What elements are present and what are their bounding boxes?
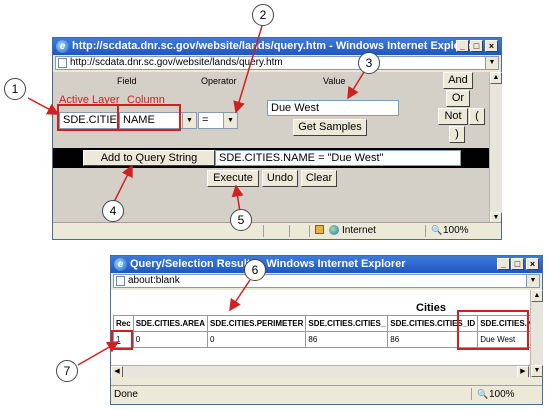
query-string-text: SDE.CITIES.NAME = "Due West"	[219, 152, 384, 164]
column-header: SDE.CITIES.PERIMETER	[207, 315, 307, 332]
clear-button[interactable]: Clear	[301, 170, 337, 187]
scroll-down-icon[interactable]: ▼	[531, 365, 543, 377]
window-title: http://scdata.dnr.sc.gov/website/lands/q…	[72, 40, 476, 52]
table-cell: 0	[207, 331, 307, 348]
callout-2: 2	[252, 4, 274, 26]
address-dropdown-arrow[interactable]: ▼	[526, 275, 539, 287]
add-to-query-button[interactable]: Add to Query String	[83, 150, 215, 166]
callout-4: 4	[102, 200, 124, 222]
open-paren-button[interactable]: (	[469, 108, 485, 125]
column-header: SDE.CITIES.AREA	[132, 315, 209, 332]
table-cell: 86	[305, 331, 389, 348]
zoom-icon[interactable]: 🔍	[477, 387, 488, 402]
results-address-bar: about:blank ▼	[111, 273, 542, 290]
callout-6: 6	[244, 259, 266, 281]
column-header: SDE.CITIES.CITIES_	[305, 315, 389, 332]
callout-5: 5	[230, 209, 252, 231]
name-column-highlight	[457, 310, 529, 350]
horizontal-scrollbar[interactable]: ◀ ▶	[111, 365, 530, 377]
query-window-titlebar[interactable]: e http://scdata.dnr.sc.gov/website/lands…	[53, 38, 501, 55]
column-highlight	[117, 104, 181, 131]
get-samples-button[interactable]: Get Samples	[293, 119, 367, 136]
minimize-button[interactable]: _	[456, 40, 469, 52]
undo-button[interactable]: Undo	[262, 170, 298, 187]
scroll-up-icon[interactable]: ▲	[490, 72, 502, 84]
and-button[interactable]: And	[443, 72, 473, 89]
results-window: e Query/Selection Results - Windows Inte…	[110, 255, 543, 405]
zone-text: Internet	[342, 225, 376, 236]
chevron-down-icon[interactable]: ▼	[182, 113, 196, 128]
address-dropdown-arrow[interactable]: ▼	[485, 57, 498, 69]
query-string-field[interactable]: SDE.CITIES.NAME = "Due West"	[215, 150, 461, 166]
close-button[interactable]: ×	[526, 258, 539, 270]
value-header: Value	[323, 76, 346, 86]
results-vertical-scrollbar[interactable]: ▲ ▼	[530, 290, 543, 377]
maximize-button[interactable]: □	[511, 258, 524, 270]
operator-select[interactable]: = ▼	[198, 112, 238, 129]
callout-7: 7	[56, 360, 78, 382]
value-input[interactable]: Due West	[267, 100, 399, 116]
lock-icon	[315, 225, 324, 234]
results-page: Cities Rec SDE.CITIES.AREA SDE.CITIES.PE…	[111, 290, 530, 377]
results-address-text: about:blank	[128, 275, 180, 286]
results-table-title: Cities	[416, 302, 446, 314]
results-address-field[interactable]: about:blank ▼	[113, 274, 540, 288]
operator-value: =	[202, 114, 209, 126]
table-cell: 0	[132, 331, 209, 348]
minimize-button[interactable]: _	[497, 258, 510, 270]
execute-button[interactable]: Execute	[207, 170, 259, 187]
page-icon	[58, 58, 67, 68]
globe-icon	[329, 225, 339, 235]
not-button[interactable]: Not	[438, 108, 468, 125]
status-bar: Internet 🔍 100%	[53, 222, 501, 239]
address-bar: http://scdata.dnr.sc.gov/website/lands/q…	[53, 55, 501, 72]
active-layer-highlight	[57, 104, 119, 131]
callout-1: 1	[4, 78, 26, 100]
status-text: Done	[114, 389, 138, 400]
close-paren-button[interactable]: )	[449, 126, 465, 143]
vertical-scrollbar[interactable]: ▲ ▼	[489, 72, 502, 224]
results-window-title: Query/Selection Results - Windows Intern…	[130, 258, 406, 270]
chevron-down-icon[interactable]: ▼	[223, 113, 237, 128]
ie-icon: e	[56, 40, 69, 53]
page-icon	[116, 276, 125, 286]
results-status-bar: Done 🔍 100%	[111, 385, 542, 404]
zoom-level[interactable]: 100%	[443, 223, 469, 238]
results-zoom-level[interactable]: 100%	[489, 387, 515, 402]
value-input-text: Due West	[271, 102, 320, 114]
maximize-button[interactable]: □	[470, 40, 483, 52]
zoom-icon[interactable]: 🔍	[431, 223, 442, 238]
scroll-left-icon[interactable]: ◀	[111, 366, 123, 377]
field-header: Field	[117, 76, 137, 86]
close-button[interactable]: ×	[485, 40, 498, 52]
rec-highlight	[111, 330, 133, 350]
or-button[interactable]: Or	[446, 90, 470, 107]
scroll-up-icon[interactable]: ▲	[531, 290, 543, 302]
address-field[interactable]: http://scdata.dnr.sc.gov/website/lands/q…	[55, 56, 499, 70]
ie-icon: e	[114, 258, 127, 271]
scroll-right-icon[interactable]: ▶	[517, 366, 529, 377]
callout-3: 3	[358, 52, 380, 74]
operator-header: Operator	[201, 76, 237, 86]
address-text: http://scdata.dnr.sc.gov/website/lands/q…	[70, 57, 283, 68]
results-window-titlebar[interactable]: e Query/Selection Results - Windows Inte…	[111, 256, 542, 273]
